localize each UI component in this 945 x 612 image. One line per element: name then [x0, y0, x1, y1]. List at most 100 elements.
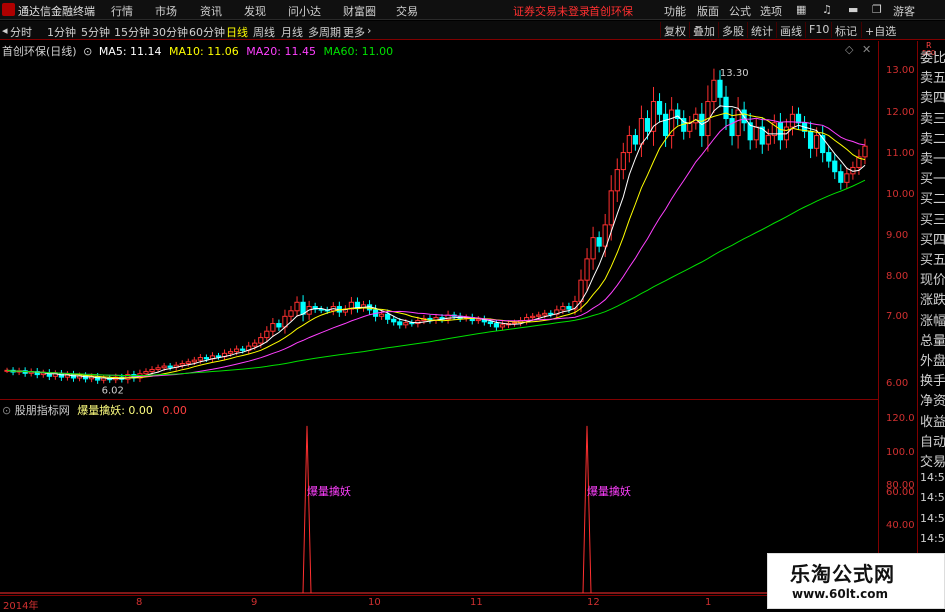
candle-body	[294, 301, 300, 312]
toolbar-left-arrow-icon[interactable]: ◂	[2, 24, 8, 37]
y-axis: 13.00 12.00 11.00 10.00 9.00 8.00 7.00 6…	[878, 41, 917, 609]
menu-extra-icon[interactable]: ▦	[796, 3, 806, 16]
candle-body	[608, 190, 614, 226]
signal-label-2: 爆量擒妖	[587, 485, 631, 498]
menu-wealth-circle[interactable]: 财富圈	[343, 3, 376, 19]
quote-side-panel[interactable]: R 500 委比 卖五 卖四 卖三 卖二 卖一 买一 买二 买三 买四 买五 现价 涨跌 涨幅 总量 外盘 换手…	[917, 41, 945, 609]
candle-body	[644, 118, 651, 132]
candle-body	[276, 323, 282, 328]
panel-item: 卖五	[920, 71, 945, 87]
candle-body	[385, 313, 391, 320]
price-chart-pane[interactable]: 首创环保(日线) ⊙ MA5: 11.14 MA10: 11.06 MA20: …	[0, 41, 878, 400]
menu-layout[interactable]: 版面	[697, 3, 719, 19]
tab-period-weekly[interactable]: 周线	[253, 24, 275, 40]
tab-period-more[interactable]: 更多	[343, 24, 365, 40]
tab-period-1min[interactable]: 1分钟	[47, 24, 76, 40]
panel-item: 买一	[920, 172, 945, 188]
tab-period-30min[interactable]: 30分钟	[152, 24, 188, 40]
trade-login-notice[interactable]: 证券交易未登录	[513, 3, 590, 19]
candle-body	[656, 101, 663, 115]
candle-body	[264, 330, 270, 339]
menu-market[interactable]: 市场	[155, 3, 177, 19]
candle-body	[300, 301, 306, 315]
tab-period-monthly[interactable]: 月线	[281, 24, 303, 40]
button-overlay[interactable]: 叠加	[689, 22, 718, 38]
bell-icon[interactable]: ♫	[822, 3, 832, 16]
panel-item: 买二	[920, 192, 945, 208]
candle-body	[391, 318, 397, 323]
panel-item: 净资	[920, 394, 945, 410]
candle-body	[191, 359, 197, 363]
candle-body	[777, 122, 784, 141]
panel-item[interactable]: 交易	[920, 451, 945, 470]
tab-period-daily[interactable]: 日线	[226, 24, 248, 40]
candle-body	[234, 348, 240, 353]
panel-item: 14:56	[920, 471, 945, 485]
panel-item: 买四	[920, 232, 945, 248]
tab-period-multi[interactable]: 多周期	[308, 24, 341, 40]
button-statistics[interactable]: 统计	[747, 22, 776, 38]
y-tick: 10.00	[886, 189, 915, 200]
menu-options[interactable]: 选项	[760, 3, 782, 19]
candle-body	[487, 321, 493, 325]
candle-body	[590, 237, 596, 260]
title-bar: 通达信金融终端 行情 市场 资讯 发现 问小达 财富圈 交易 证券交易未登录 首…	[0, 0, 945, 20]
x-tick: 2014年	[3, 601, 39, 612]
candle-body	[240, 348, 246, 351]
candle-body	[530, 315, 536, 319]
x-tick: 12	[587, 597, 600, 608]
candle-body	[765, 135, 771, 145]
candle-body	[826, 152, 832, 162]
button-draw-line[interactable]: 画线	[776, 22, 805, 38]
panel-item: 外盘	[920, 354, 945, 369]
candle-body	[288, 310, 294, 317]
period-toolbar: ◂ 分时 1分钟 5分钟 15分钟 30分钟 60分钟 日线 周线 月线 多周期…	[0, 21, 945, 40]
panel-item: 委比	[920, 51, 945, 66]
button-adjust[interactable]: 复权	[660, 22, 689, 38]
ma-line-ma60	[6, 179, 866, 377]
tab-period-60min[interactable]: 60分钟	[189, 24, 225, 40]
candle-body	[203, 357, 210, 360]
button-mark[interactable]: 标记	[831, 22, 860, 38]
more-chevron-icon[interactable]: ›	[367, 24, 371, 37]
candle-body	[379, 313, 385, 317]
candle-body	[227, 351, 234, 354]
watermark-title: 乐淘公式网	[790, 562, 895, 586]
menu-discover[interactable]: 发现	[244, 3, 266, 19]
panel-item: 涨幅	[920, 313, 945, 329]
candle-body	[215, 355, 222, 358]
tab-period-15min[interactable]: 15分钟	[114, 24, 150, 40]
menu-ask-assistant[interactable]: 问小达	[288, 3, 321, 19]
y-tick: 7.00	[886, 311, 909, 322]
panel-item: 14:56	[920, 511, 945, 525]
signal-spike	[302, 425, 312, 594]
restore-icon[interactable]: ❐	[872, 3, 882, 16]
y-tick: 11.00	[886, 148, 915, 159]
minimize-icon[interactable]: ▬	[848, 3, 858, 16]
candle-body	[167, 365, 173, 368]
candle-body	[155, 367, 161, 370]
ind-y-tick: 40.00	[886, 520, 915, 531]
app-name: 通达信金融终端	[18, 5, 95, 18]
candle-body	[832, 160, 838, 173]
signal-label-1: 爆量擒妖	[307, 485, 351, 498]
indicator-pane[interactable]: ⊙ 股朋指标网 爆量擒妖: 0.00 0.00 爆量擒妖 爆量擒妖	[0, 401, 878, 595]
menu-formula[interactable]: 公式	[729, 3, 751, 19]
button-f10[interactable]: F10	[805, 22, 832, 38]
button-add-watchlist[interactable]: +自选	[861, 22, 899, 38]
menu-market-quotes[interactable]: 行情	[111, 3, 133, 19]
candle-body	[807, 130, 814, 149]
menu-trade[interactable]: 交易	[396, 3, 418, 19]
indicator-svg	[0, 425, 878, 594]
candle-body	[596, 237, 602, 247]
ind-y-tick: 120.0	[886, 413, 915, 424]
candle-body	[542, 312, 548, 316]
panel-item[interactable]: 自动	[920, 431, 945, 450]
candle-body	[626, 135, 632, 154]
menu-news[interactable]: 资讯	[200, 3, 222, 19]
tab-period-intraday[interactable]: 分时	[10, 24, 32, 40]
tab-period-5min[interactable]: 5分钟	[81, 24, 110, 40]
button-multi-stock[interactable]: 多股	[718, 22, 747, 38]
user-guest[interactable]: 游客	[893, 3, 915, 19]
menu-function[interactable]: 功能	[664, 3, 686, 19]
